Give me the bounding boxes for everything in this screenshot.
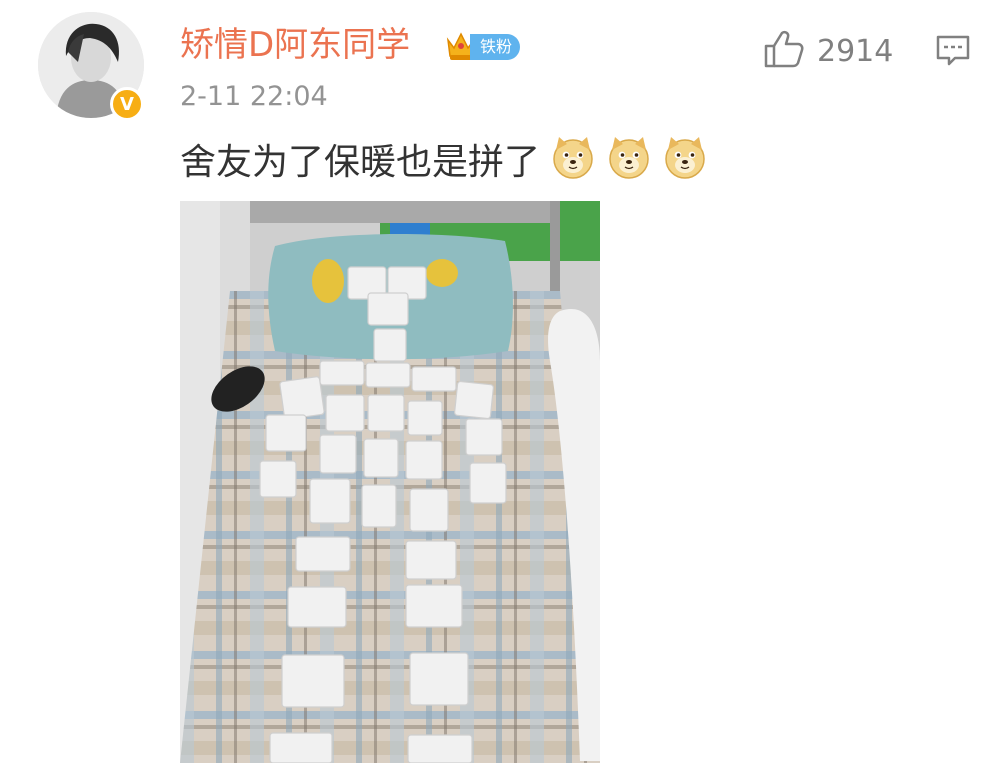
heat-pad <box>279 376 325 420</box>
doge-emoji-icon <box>550 134 596 192</box>
doge-emoji-icon <box>662 134 708 192</box>
fan-badge-label: 铁粉 <box>470 34 521 60</box>
heat-pad <box>409 652 469 706</box>
heat-pad <box>411 366 457 392</box>
emoji-row <box>540 134 708 192</box>
heat-pad <box>454 380 494 420</box>
heat-pad <box>373 328 407 362</box>
heat-pad <box>465 418 503 456</box>
heat-pad <box>365 362 411 388</box>
heat-pad <box>367 394 405 432</box>
fan-badge[interactable]: 铁粉 <box>444 28 526 64</box>
heat-pad <box>367 292 409 326</box>
heat-pad <box>409 488 449 532</box>
heat-pad <box>319 434 357 474</box>
post-text: 舍友为了保暖也是拼了 <box>180 134 708 192</box>
heat-pad <box>265 414 307 452</box>
heat-pad <box>407 400 443 436</box>
heat-pad <box>407 734 473 763</box>
post-text-content: 舍友为了保暖也是拼了 <box>180 142 541 183</box>
heat-pad <box>281 654 345 708</box>
heat-pad <box>405 584 463 628</box>
like-button[interactable]: 2914 <box>763 30 893 72</box>
heat-pad <box>269 732 333 763</box>
heat-pad <box>363 438 399 478</box>
heat-pad <box>295 536 351 572</box>
heat-pad <box>287 586 347 628</box>
heat-pad <box>361 484 397 528</box>
heat-pad <box>325 394 365 432</box>
heat-pad <box>319 360 365 386</box>
comment-icon[interactable] <box>935 34 971 72</box>
post-image[interactable] <box>180 201 600 763</box>
heat-pad <box>469 462 507 504</box>
verified-badge-icon: V <box>110 87 144 121</box>
doge-emoji-icon <box>606 134 652 192</box>
heat-pad <box>309 478 351 524</box>
thumbs-up-icon <box>763 29 805 73</box>
post-timestamp: 2-11 22:04 <box>180 81 328 112</box>
heat-pad <box>405 440 443 480</box>
like-count: 2914 <box>817 33 894 69</box>
heat-pad <box>259 460 297 498</box>
heat-pad <box>405 540 457 580</box>
username[interactable]: 矫情D阿东同学 <box>180 23 410 67</box>
